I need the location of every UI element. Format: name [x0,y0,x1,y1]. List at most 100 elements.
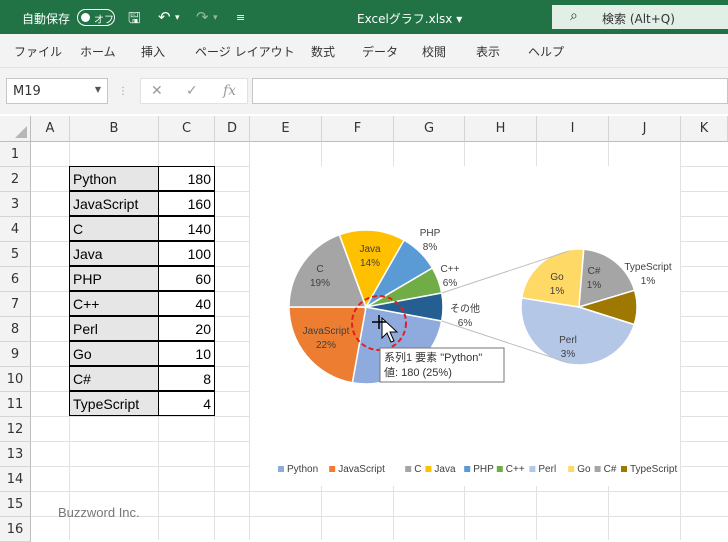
search-box[interactable]: ⌕ 検索 (Alt+Q) [552,5,728,29]
toggle-knob [81,13,90,22]
row-header[interactable]: 5 [0,242,31,267]
table-cell-name[interactable]: C++ [69,291,159,316]
sub-pie-label-name: C# [588,266,601,277]
table-cell-value[interactable]: 100 [158,241,215,266]
row-header[interactable]: 8 [0,317,31,342]
sub-pie-label-pct: 1% [550,286,565,297]
select-all-corner[interactable] [0,116,31,142]
insert-function-icon[interactable]: fx [223,83,236,99]
sub-pie-label-name: Perl [559,335,577,346]
tab-view[interactable]: 表示 [476,43,500,60]
pie-label-name: その他 [450,302,480,315]
table-cell-value[interactable]: 180 [158,166,215,191]
row-header[interactable]: 15 [0,492,31,517]
legend-swatch [329,466,336,472]
pie-label-name: JavaScript [303,326,350,337]
col-header-k[interactable]: K [681,116,728,142]
legend-swatch [568,466,575,472]
table-cell-name[interactable]: C# [69,366,159,391]
row-header[interactable]: 14 [0,467,31,492]
undo-dropdown-icon[interactable]: ▾ [175,13,180,23]
tab-review[interactable]: 校閲 [422,43,446,60]
row-header[interactable]: 13 [0,442,31,467]
pie-label-name: PHP [420,228,441,239]
legend-swatch [405,466,412,472]
tooltip-line1: 系列1 要素 "Python" [384,350,482,364]
row-header[interactable]: 16 [0,517,31,542]
row-header[interactable]: 4 [0,217,31,242]
formula-buttons: ✕ ✓ fx [140,78,248,104]
table-cell-value[interactable]: 20 [158,316,215,341]
file-name[interactable]: Excelグラフ.xlsx ▾ [357,10,462,27]
table-cell-name[interactable]: Perl [69,316,159,341]
table-cell-value[interactable]: 60 [158,266,215,291]
legend-item-label: C [414,464,421,475]
table-cell-value[interactable]: 8 [158,366,215,391]
legend-swatch [496,466,503,472]
customize-toolbar-icon[interactable]: ≡ [236,11,245,24]
col-header-d[interactable]: D [215,116,250,142]
pie-label-name: C++ [441,264,460,275]
table-cell-name[interactable]: Java [69,241,159,266]
table-cell-name[interactable]: TypeScript [69,391,159,416]
col-header-i[interactable]: I [537,116,609,142]
legend-swatch [594,466,601,472]
table-cell-name[interactable]: JavaScript [69,191,159,216]
row-header[interactable]: 9 [0,342,31,367]
row-header[interactable]: 10 [0,367,31,392]
table-cell-value[interactable]: 140 [158,216,215,241]
more-icon[interactable]: ⋮ [118,86,128,97]
col-header-h[interactable]: H [465,116,537,142]
table-cell-name[interactable]: C [69,216,159,241]
col-header-b[interactable]: B [70,116,159,142]
table-cell-value[interactable]: 10 [158,341,215,366]
chart-canvas[interactable]: JavaScript22%C19%Java14%PHP8%C++6%その他6%P… [250,166,680,486]
table-cell-value[interactable]: 40 [158,291,215,316]
row-header[interactable]: 7 [0,292,31,317]
row-header[interactable]: 11 [0,392,31,417]
redo-dropdown-icon[interactable]: ▾ [213,13,218,23]
enter-icon[interactable]: ✓ [186,83,198,99]
row-header[interactable]: 3 [0,192,31,217]
name-box[interactable]: M19 ▼ [6,78,108,104]
legend-swatch [529,466,536,472]
row-header[interactable]: 12 [0,417,31,442]
title-bar: 自動保存 オフ 🖫 ↶ ▾ ↷ ▾ ≡ Excelグラフ.xlsx ▾ ⌕ 検索… [0,0,728,34]
col-header-f[interactable]: F [322,116,394,142]
tab-file[interactable]: ファイル [14,43,62,60]
col-header-e[interactable]: E [250,116,322,142]
row-header[interactable]: 1 [0,142,31,167]
autosave-toggle[interactable]: オフ [77,9,115,26]
tab-home[interactable]: ホーム [80,43,116,60]
undo-icon[interactable]: ↶ [158,8,171,26]
table-cell-value[interactable]: 4 [158,391,215,416]
save-icon[interactable]: 🖫 [128,8,141,33]
tab-help[interactable]: ヘルプ [528,43,564,60]
legend-item-label: Go [577,464,591,475]
table-cell-name[interactable]: Python [69,166,159,191]
col-header-j[interactable]: J [609,116,681,142]
chevron-down-icon[interactable]: ▼ [95,85,101,94]
tab-formulas[interactable]: 数式 [311,43,335,60]
pie-of-pie-chart[interactable]: JavaScript 22% C 19% Java 14% PHP 8% C++ 6% その他 6% P… [250,166,680,486]
col-header-c[interactable]: C [159,116,215,142]
table-cell-value[interactable]: 160 [158,191,215,216]
formula-bar: M19 ▼ ⋮ ✕ ✓ fx [0,68,728,114]
col-header-g[interactable]: G [394,116,465,142]
tab-insert[interactable]: 挿入 [141,43,165,60]
row-header[interactable]: 2 [0,167,31,192]
cancel-icon[interactable]: ✕ [151,83,163,99]
legend-swatch [621,466,627,472]
redo-icon[interactable]: ↷ [196,8,209,26]
table-cell-name[interactable]: Go [69,341,159,366]
sub-pie-label-pct: 3% [561,349,576,360]
formula-input[interactable] [252,78,728,104]
col-header-a[interactable]: A [31,116,70,142]
sub-pie-label-name: TypeScript [624,262,671,273]
legend-swatch [464,466,471,472]
row-header[interactable]: 6 [0,267,31,292]
tab-data[interactable]: データ [362,43,398,60]
watermark: Buzzword Inc. [58,505,140,520]
tab-page-layout[interactable]: ページ レイアウト [195,43,295,60]
table-cell-name[interactable]: PHP [69,266,159,291]
